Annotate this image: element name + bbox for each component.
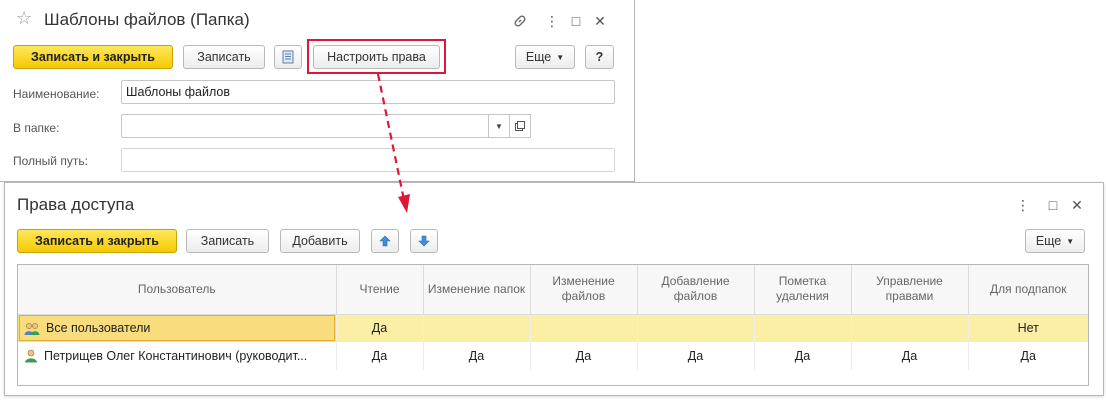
close-icon[interactable]: ✕	[1065, 193, 1089, 217]
move-down-button[interactable]	[410, 229, 438, 253]
rights-window: Права доступа ⋮ □ ✕ Записать и закрыть З…	[4, 182, 1104, 396]
column-header-add-files[interactable]: Добавление файлов	[637, 265, 755, 315]
cell-mark-delete[interactable]: Да	[754, 342, 852, 370]
user-name: Все пользователи	[46, 320, 151, 335]
path-field[interactable]	[121, 148, 615, 172]
more-button[interactable]: Еще ▼	[515, 45, 575, 69]
user-cell[interactable]: Петрищев Олег Константинович (руководит.…	[18, 342, 337, 370]
arrow-up-icon	[379, 235, 391, 247]
table-header-row: Пользователь Чтение Изменение папок Изме…	[18, 265, 1088, 315]
rights-window-title: Права доступа	[17, 195, 135, 214]
report-button[interactable]	[274, 45, 302, 69]
save-button[interactable]: Записать	[186, 229, 269, 253]
name-label: Наименование:	[13, 87, 100, 101]
save-button[interactable]: Записать	[183, 45, 265, 69]
column-header-edit-folders[interactable]: Изменение папок	[423, 265, 531, 315]
rights-window-controls: ⋮ □ ✕	[1011, 193, 1089, 217]
cell-read[interactable]: Да	[336, 314, 424, 342]
folder-field[interactable]	[121, 114, 489, 138]
column-header-read[interactable]: Чтение	[336, 265, 424, 315]
user-group-icon	[24, 322, 40, 335]
rights-table[interactable]: Пользователь Чтение Изменение папок Изме…	[17, 264, 1089, 386]
configure-rights-button[interactable]: Настроить права	[313, 45, 440, 69]
more-button-label: Еще	[1035, 234, 1062, 248]
cell-edit-folders[interactable]: Да	[423, 342, 531, 370]
cell-manage-rights[interactable]	[851, 314, 969, 342]
save-close-button[interactable]: Записать и закрыть	[17, 229, 177, 253]
cell-manage-rights[interactable]: Да	[851, 342, 969, 370]
folder-label: В папке:	[13, 121, 60, 135]
chevron-down-icon: ▼	[556, 52, 565, 62]
more-menu-icon[interactable]: ⋮	[540, 9, 564, 33]
maximize-icon[interactable]: □	[1041, 193, 1065, 217]
more-menu-icon[interactable]: ⋮	[1011, 193, 1035, 217]
cell-read[interactable]: Да	[336, 342, 424, 370]
table-row[interactable]: Петрищев Олег Константинович (руководит.…	[18, 342, 1088, 370]
cell-edit-folders[interactable]	[423, 314, 531, 342]
save-close-button[interactable]: Записать и закрыть	[13, 45, 173, 69]
cell-edit-files[interactable]	[530, 314, 638, 342]
chevron-down-icon: ▼	[1066, 236, 1075, 246]
help-button[interactable]: ?	[585, 45, 614, 69]
table-row[interactable]: Все пользователи Да Нет	[18, 314, 1088, 342]
column-header-manage-rights[interactable]: Управление правами	[851, 265, 969, 315]
maximize-icon[interactable]: □	[564, 9, 588, 33]
folder-window-controls: ⋮ □ ✕	[508, 9, 612, 33]
column-header-mark-delete[interactable]: Пометка удаления	[754, 265, 852, 315]
cell-add-files[interactable]: Да	[637, 342, 755, 370]
folder-dropdown-icon[interactable]: ▼	[488, 114, 510, 138]
cell-for-subfolders[interactable]: Нет	[968, 314, 1088, 342]
name-field[interactable]: Шаблоны файлов	[121, 80, 615, 104]
path-label: Полный путь:	[13, 154, 88, 168]
more-button-label: Еще	[525, 50, 552, 64]
cell-edit-files[interactable]: Да	[530, 342, 638, 370]
more-button[interactable]: Еще ▼	[1025, 229, 1085, 253]
user-cell[interactable]: Все пользователи	[18, 314, 337, 342]
close-icon[interactable]: ✕	[588, 9, 612, 33]
list-document-icon	[282, 50, 294, 64]
folder-window-title: Шаблоны файлов (Папка)	[44, 10, 250, 29]
user-name: Петрищев Олег Константинович (руководит.…	[44, 348, 308, 363]
arrow-down-icon	[418, 235, 430, 247]
favorite-star-icon[interactable]: ☆	[16, 8, 32, 29]
link-icon[interactable]	[508, 9, 532, 33]
column-header-edit-files[interactable]: Изменение файлов	[530, 265, 638, 315]
column-header-for-subfolders[interactable]: Для подпапок	[968, 265, 1088, 315]
user-icon	[25, 350, 37, 363]
add-button[interactable]: Добавить	[280, 229, 360, 253]
cell-for-subfolders[interactable]: Да	[968, 342, 1088, 370]
cell-add-files[interactable]	[637, 314, 755, 342]
column-header-user[interactable]: Пользователь	[18, 265, 337, 315]
move-up-button[interactable]	[371, 229, 399, 253]
folder-window: ☆ Шаблоны файлов (Папка) ⋮ □ ✕ Записать …	[0, 0, 635, 182]
open-folder-icon[interactable]	[509, 114, 531, 138]
cell-mark-delete[interactable]	[754, 314, 852, 342]
